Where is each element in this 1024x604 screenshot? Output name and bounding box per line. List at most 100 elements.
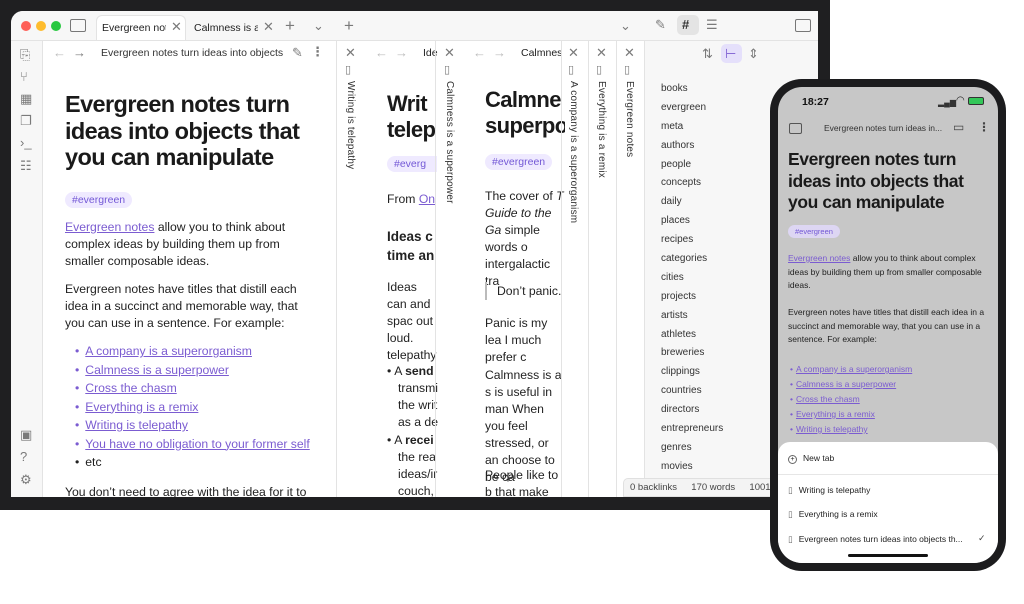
close-tab-icon[interactable]: ✕: [263, 20, 274, 34]
settings-gear-icon[interactable]: ⚙: [20, 473, 32, 487]
evergreen-tag[interactable]: #everg: [387, 156, 437, 172]
tag-item[interactable]: entrepreneurs: [661, 420, 723, 439]
forward-arrow-icon[interactable]: →: [395, 46, 408, 60]
sheet-tab-item[interactable]: ▯ Everything is a remix: [788, 509, 878, 520]
edit-pencil-icon[interactable]: ✎: [292, 46, 303, 60]
sheet-tab-item-active[interactable]: ▯ Evergreen notes turn ideas into objects…: [788, 534, 963, 545]
sidebar-toggle-icon[interactable]: [789, 123, 802, 134]
file-icon: ▯: [624, 64, 631, 76]
forward-arrow-icon[interactable]: →: [73, 46, 86, 60]
evergreen-tag[interactable]: #evergreen: [788, 225, 840, 238]
evergreen-notes-link[interactable]: Evergreen notes: [65, 220, 154, 234]
list-item: • Cross the chasm: [75, 381, 177, 395]
stacked-tab-remix[interactable]: Everything is a remix: [596, 81, 607, 178]
pane-header-title[interactable]: Calmnes: [521, 47, 563, 59]
tab-list-chevron-icon[interactable]: ⌄: [620, 19, 631, 33]
graph-view-icon[interactable]: ⑂: [20, 70, 28, 84]
stacked-tab-calmness[interactable]: Calmness is a superpower: [444, 81, 455, 204]
sidebar-toggle-icon[interactable]: [70, 19, 86, 32]
evergreen-tag[interactable]: #evergreen: [485, 154, 553, 170]
stacked-tab-company[interactable]: A company is a superorganism: [568, 81, 579, 223]
everything-remix-link[interactable]: Everything is a remix: [85, 400, 198, 414]
tag-item[interactable]: cities: [661, 269, 723, 288]
maximize-window-button[interactable]: [51, 21, 61, 31]
more-options-icon[interactable]: ⋮: [311, 45, 324, 59]
outline-icon[interactable]: ☰: [706, 18, 718, 32]
help-icon[interactable]: ?: [20, 450, 27, 464]
tag-item[interactable]: categories: [661, 250, 723, 269]
minimize-window-button[interactable]: [36, 21, 46, 31]
tag-item[interactable]: books: [661, 80, 723, 99]
backlinks-count[interactable]: 0 backlinks: [630, 482, 677, 493]
new-tab-plus-icon[interactable]: +: [344, 17, 354, 34]
close-pane-icon[interactable]: ✕: [596, 46, 607, 60]
tag-item[interactable]: places: [661, 212, 723, 231]
close-pane-icon[interactable]: ✕: [568, 46, 579, 60]
back-arrow-icon[interactable]: ←: [375, 46, 388, 60]
tag-item[interactable]: clippings: [661, 363, 723, 382]
stacked-tab-evergreen[interactable]: Evergreen notes: [624, 81, 635, 157]
more-options-icon[interactable]: ⋮: [978, 120, 990, 134]
tag-item[interactable]: directors: [661, 401, 723, 420]
tag-item[interactable]: recipes: [661, 231, 723, 250]
tag-item[interactable]: athletes: [661, 326, 723, 345]
calmness-superpower-link[interactable]: Calmness is a superpower: [85, 363, 229, 377]
close-tab-icon[interactable]: ✕: [171, 20, 182, 34]
tag-item[interactable]: countries: [661, 382, 723, 401]
new-tab-row[interactable]: + New tab: [788, 453, 834, 464]
tag-item[interactable]: breweries: [661, 344, 723, 363]
daily-note-calendar-icon[interactable]: ▦: [20, 92, 32, 106]
tablet-device: Evergreen notes turn ideas into objects …: [0, 0, 830, 510]
paragraph-2: Evergreen notes have titles that distill…: [788, 307, 985, 344]
close-window-button[interactable]: [21, 21, 31, 31]
calmness-superpower-link[interactable]: Calmness is a superpower: [796, 379, 896, 389]
open-quick-switcher-icon[interactable]: ⎘: [20, 48, 30, 62]
close-pane-icon[interactable]: ✕: [345, 46, 356, 60]
terminal-icon[interactable]: ›_: [20, 136, 32, 150]
tag-item[interactable]: people: [661, 156, 723, 175]
company-superorganism-link[interactable]: A company is a superorganism: [796, 364, 912, 374]
everything-remix-link[interactable]: Everything is a remix: [796, 409, 875, 419]
command-palette-icon[interactable]: ☷: [20, 159, 32, 173]
tag-item[interactable]: daily: [661, 193, 723, 212]
sort-icon[interactable]: ⇅: [702, 47, 713, 61]
tag-item[interactable]: artists: [661, 307, 723, 326]
close-pane-icon[interactable]: ✕: [624, 46, 635, 60]
writing-telepathy-link[interactable]: Writing is telepathy: [796, 424, 868, 434]
writing-telepathy-link[interactable]: Writing is telepathy: [85, 418, 188, 432]
file-icon: ▯: [568, 64, 575, 76]
source-link[interactable]: On: [419, 192, 435, 206]
right-sidebar-toggle-icon[interactable]: [795, 19, 811, 32]
sheet-tab-item[interactable]: ▯ Writing is telepathy: [788, 485, 870, 496]
phone-header-title[interactable]: Evergreen notes turn ideas in...: [824, 123, 942, 133]
copy-icon[interactable]: ❐: [20, 114, 32, 128]
tag-item[interactable]: meta: [661, 118, 723, 137]
forward-arrow-icon[interactable]: →: [493, 46, 506, 60]
tag-item[interactable]: authors: [661, 137, 723, 156]
no-obligation-link[interactable]: You have no obligation to your former se…: [85, 437, 309, 451]
company-superorganism-link[interactable]: A company is a superorganism: [85, 344, 252, 358]
tab-list-chevron-icon[interactable]: ⌄: [313, 19, 324, 33]
new-note-icon[interactable]: ✎: [655, 18, 666, 32]
evergreen-notes-link[interactable]: Evergreen notes: [788, 253, 850, 263]
pane-header-title[interactable]: Evergreen notes turn ideas into objects …: [101, 47, 284, 59]
back-arrow-icon[interactable]: ←: [53, 46, 66, 60]
word-count: 170 words: [691, 482, 736, 493]
close-pane-icon[interactable]: ✕: [444, 46, 455, 60]
collapse-icon[interactable]: ⇕: [748, 47, 759, 61]
cross-the-chasm-link[interactable]: Cross the chasm: [796, 394, 860, 404]
tag-item[interactable]: concepts: [661, 174, 723, 193]
new-tab-plus-icon[interactable]: +: [285, 17, 295, 34]
tag-item[interactable]: projects: [661, 288, 723, 307]
vault-icon[interactable]: ▣: [20, 428, 32, 442]
stacked-tab-writing-telepathy[interactable]: Writing is telepathy: [345, 81, 356, 169]
tag-item[interactable]: movies: [661, 458, 723, 477]
tag-item[interactable]: evergreen: [661, 99, 723, 118]
evergreen-tag[interactable]: #evergreen: [65, 192, 133, 208]
cross-the-chasm-link[interactable]: Cross the chasm: [85, 381, 176, 395]
pane-header-title[interactable]: Ide: [423, 47, 441, 59]
tag-item[interactable]: genres: [661, 439, 723, 458]
reading-view-book-icon[interactable]: ▭: [953, 120, 964, 134]
back-arrow-icon[interactable]: ←: [473, 46, 486, 60]
tab-label: Calmness is a superpower: [194, 22, 258, 34]
